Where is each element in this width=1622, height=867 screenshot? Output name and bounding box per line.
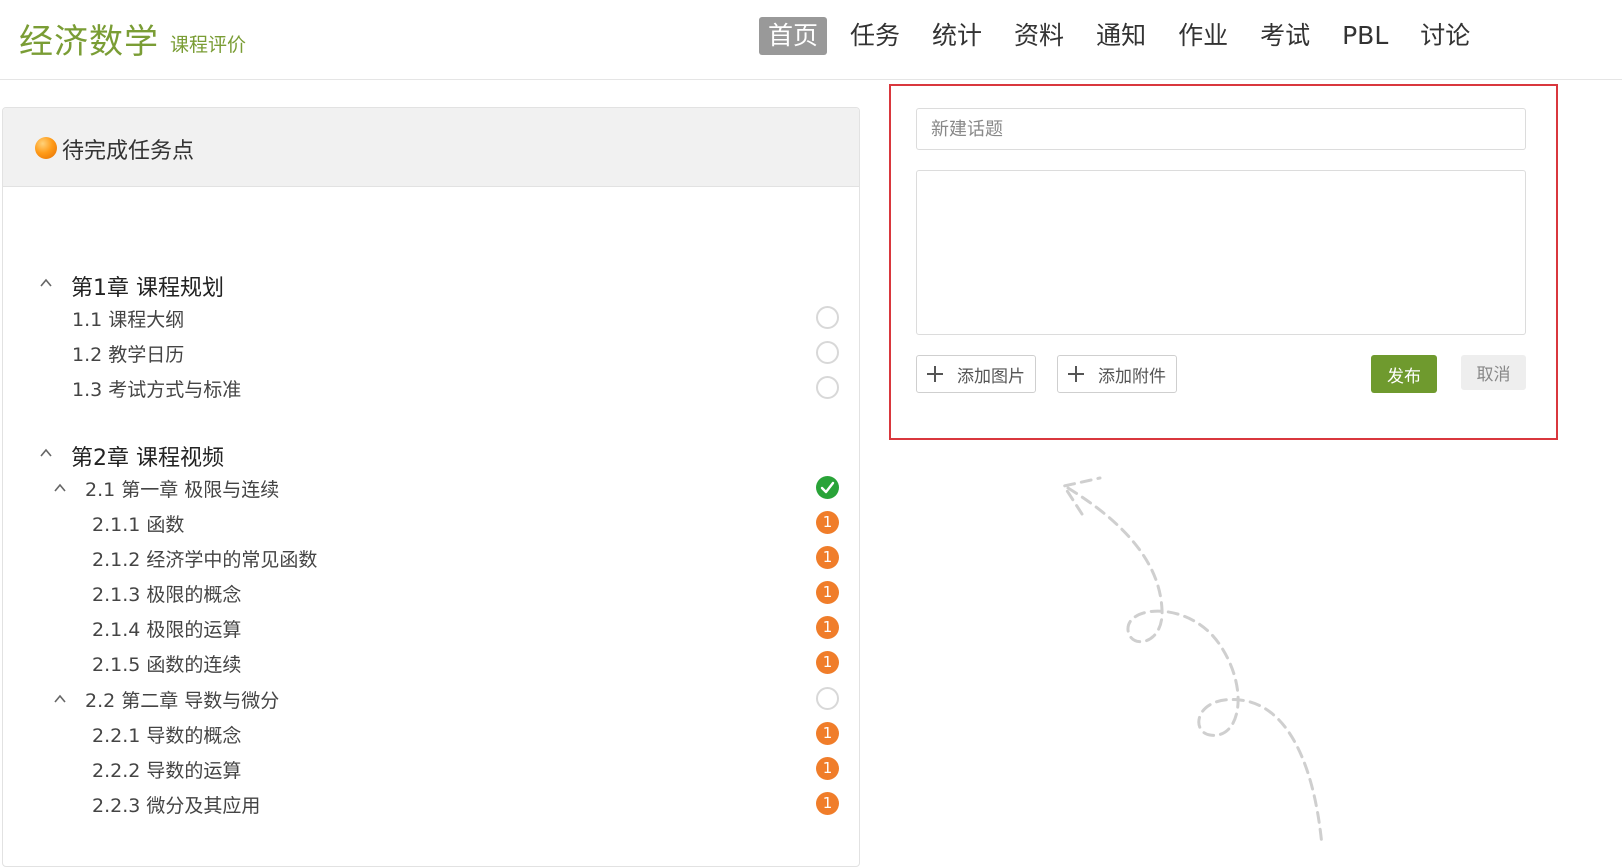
tree-item[interactable]: 2.1.5 函数的连续 1 [3, 646, 859, 680]
nav-tasks[interactable]: 任务 [841, 17, 909, 55]
item-label: 2.1.3 极限的概念 [92, 584, 242, 606]
nav-notices[interactable]: 通知 [1087, 17, 1155, 55]
add-image-button[interactable]: 添加图片 [916, 355, 1036, 393]
plus-icon [927, 366, 943, 382]
course-title[interactable]: 经济数学 [19, 14, 159, 63]
add-attachment-label: 添加附件 [1098, 366, 1166, 387]
item-label: 2.2.1 导数的概念 [92, 725, 242, 747]
pending-tasks-header: 待完成任务点 [3, 108, 859, 187]
item-label: 2.2.2 导数的运算 [92, 760, 242, 782]
tree-item[interactable]: 2.1.3 极限的概念 1 [3, 576, 859, 610]
tree-item[interactable]: 2.1.4 极限的运算 1 [3, 611, 859, 645]
main-nav: 首页 任务 统计 资料 通知 作业 考试 PBL 讨论 [759, 17, 1493, 55]
tree-item[interactable]: 2.2.1 导数的概念 1 [3, 717, 859, 751]
item-label: 2.2.3 微分及其应用 [92, 795, 261, 817]
status-empty-icon [816, 341, 839, 364]
pending-tasks-panel: 待完成任务点 第1章 课程规划 1.1 课程大纲 1.2 教学日历 1.3 考试… [2, 107, 860, 867]
tree-item[interactable]: 2.2.2 导数的运算 1 [3, 752, 859, 786]
pending-tasks-title: 待完成任务点 [62, 139, 195, 164]
cancel-button[interactable]: 取消 [1461, 355, 1526, 390]
status-empty-icon [816, 376, 839, 399]
dashed-arrow-decoration-icon [1061, 476, 1324, 846]
orange-dot-icon [35, 137, 57, 159]
tree-item[interactable]: 2.1.1 函数 1 [3, 506, 859, 540]
pending-count-badge: 1 [816, 546, 839, 569]
pending-count-badge: 1 [816, 581, 839, 604]
tree-item[interactable]: 1.1 课程大纲 [3, 301, 859, 335]
item-label: 1.1 课程大纲 [72, 309, 185, 331]
chapter-label: 第1章 课程规划 [71, 276, 224, 301]
item-label: 2.2 第二章 导数与微分 [85, 690, 280, 712]
chevron-up-icon[interactable] [53, 481, 67, 495]
item-label: 2.1 第一章 极限与连续 [85, 479, 280, 501]
item-label: 1.2 教学日历 [72, 344, 185, 366]
chapter-2-row[interactable]: 第2章 课程视频 [3, 436, 859, 471]
status-empty-icon [816, 687, 839, 710]
chevron-up-icon[interactable] [39, 276, 53, 290]
item-label: 2.1.1 函数 [92, 514, 185, 536]
pending-count-badge: 1 [816, 722, 839, 745]
pending-count-badge: 1 [816, 511, 839, 534]
tree-item[interactable]: 2.2.3 微分及其应用 1 [3, 787, 859, 821]
pending-count-badge: 1 [816, 616, 839, 639]
nav-materials[interactable]: 资料 [1005, 17, 1073, 55]
item-label: 1.3 考试方式与标准 [72, 379, 242, 401]
plus-icon [1068, 366, 1084, 382]
chapter-1-row[interactable]: 第1章 课程规划 [3, 266, 859, 301]
chevron-up-icon[interactable] [39, 446, 53, 460]
nav-pbl[interactable]: PBL [1333, 17, 1397, 55]
item-label: 2.1.2 经济学中的常见函数 [92, 549, 318, 571]
add-attachment-button[interactable]: 添加附件 [1057, 355, 1177, 393]
top-header: 经济数学 课程评价 首页 任务 统计 资料 通知 作业 考试 PBL 讨论 [0, 0, 1622, 80]
add-image-label: 添加图片 [957, 366, 1025, 387]
status-empty-icon [816, 306, 839, 329]
course-evaluation-link[interactable]: 课程评价 [170, 30, 246, 57]
item-label: 2.1.4 极限的运算 [92, 619, 242, 641]
check-circle-icon [816, 476, 839, 499]
nav-home[interactable]: 首页 [759, 17, 828, 55]
nav-exams[interactable]: 考试 [1251, 17, 1319, 55]
pending-count-badge: 1 [816, 757, 839, 780]
pending-count-badge: 1 [816, 651, 839, 674]
topic-content-textarea[interactable] [916, 170, 1526, 335]
tree-item[interactable]: 2.1.2 经济学中的常见函数 1 [3, 541, 859, 575]
chapter-label: 第2章 课程视频 [71, 446, 224, 471]
topic-title-input[interactable] [916, 108, 1526, 150]
nav-discussion[interactable]: 讨论 [1411, 17, 1479, 55]
item-label: 2.1.5 函数的连续 [92, 654, 242, 676]
subchapter-2-2-row[interactable]: 2.2 第二章 导数与微分 [3, 682, 859, 716]
pending-count-badge: 1 [816, 792, 839, 815]
tree-item[interactable]: 1.3 考试方式与标准 [3, 371, 859, 405]
nav-statistics[interactable]: 统计 [923, 17, 991, 55]
chevron-up-icon[interactable] [53, 692, 67, 706]
publish-button[interactable]: 发布 [1371, 355, 1437, 393]
nav-homework[interactable]: 作业 [1169, 17, 1237, 55]
subchapter-2-1-row[interactable]: 2.1 第一章 极限与连续 [3, 471, 859, 505]
tree-item[interactable]: 1.2 教学日历 [3, 336, 859, 370]
new-topic-editor: 添加图片 添加附件 发布 取消 [889, 84, 1558, 440]
